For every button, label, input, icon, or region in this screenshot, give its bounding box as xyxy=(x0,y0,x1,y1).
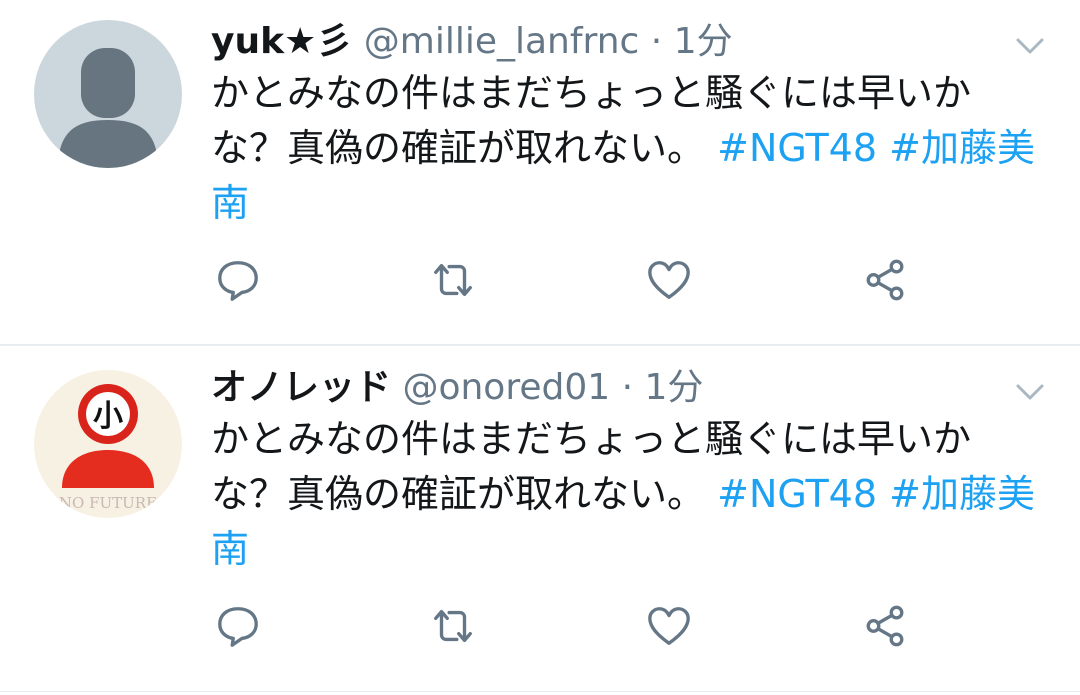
no-future-avatar-image: 小 NO FUTURE xyxy=(34,370,182,518)
chevron-down-icon[interactable] xyxy=(1010,26,1050,66)
retweet-icon xyxy=(434,263,472,297)
separator: · xyxy=(650,21,663,62)
like-icon xyxy=(648,261,690,299)
tweet-header: オノレッド @onored01 · 1分 xyxy=(211,360,1000,416)
user-handle[interactable]: @onored01 xyxy=(402,367,610,408)
user-handle[interactable]: @millie_lanfrnc xyxy=(364,21,640,62)
display-name[interactable]: yuk★彡 xyxy=(211,21,352,62)
timestamp[interactable]: 1分 xyxy=(645,367,704,408)
timestamp[interactable]: 1分 xyxy=(674,21,733,62)
tweet-actions xyxy=(0,600,1080,660)
tweet-header: yuk★彡 @millie_lanfrnc · 1分 xyxy=(211,14,1000,70)
share-icon xyxy=(866,259,904,301)
share-button[interactable] xyxy=(859,600,911,652)
like-icon xyxy=(648,607,690,645)
share-icon xyxy=(866,605,904,647)
retweet-button[interactable] xyxy=(427,600,479,652)
like-button[interactable] xyxy=(643,600,695,652)
avatar-caption-text: NO FUTURE xyxy=(59,494,157,512)
hashtag[interactable]: #NGT48 xyxy=(717,126,877,170)
reply-icon xyxy=(218,607,258,647)
tweet-text: かとみなの件はまだちょっと騒ぐには早いかな？真偽の確証が取れない。 #NGT48… xyxy=(211,412,1041,577)
tweet[interactable]: yuk★彡 @millie_lanfrnc · 1分 かとみなの件はまだちょっと… xyxy=(0,0,1080,346)
avatar[interactable] xyxy=(34,20,182,168)
tweet-actions xyxy=(0,254,1080,314)
retweet-button[interactable] xyxy=(427,254,479,306)
reply-icon xyxy=(218,261,258,301)
tweet-text: かとみなの件はまだちょっと騒ぐには早いかな？真偽の確証が取れない。 #NGT48… xyxy=(211,66,1041,231)
display-name[interactable]: オノレッド xyxy=(211,367,391,408)
retweet-icon xyxy=(434,609,472,643)
share-button[interactable] xyxy=(859,254,911,306)
reply-button[interactable] xyxy=(212,600,264,652)
tweet[interactable]: 小 NO FUTURE オノレッド @onored01 · 1分 かとみなの件は… xyxy=(0,346,1080,692)
default-avatar-icon xyxy=(34,20,182,168)
hashtag[interactable]: #NGT48 xyxy=(717,472,877,516)
avatar[interactable]: 小 NO FUTURE xyxy=(34,370,182,518)
separator: · xyxy=(621,367,634,408)
avatar-badge-text: 小 xyxy=(93,399,123,434)
reply-button[interactable] xyxy=(212,254,264,306)
chevron-down-icon[interactable] xyxy=(1010,372,1050,412)
like-button[interactable] xyxy=(643,254,695,306)
